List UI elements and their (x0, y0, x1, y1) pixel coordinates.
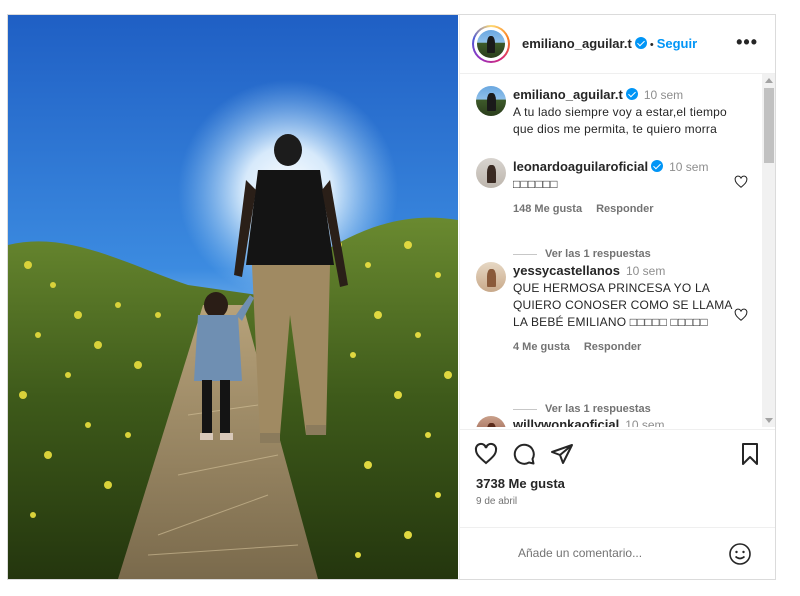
verified-badge-icon (634, 37, 647, 49)
comment-author[interactable]: yessycastellanos (513, 263, 620, 278)
heart-icon[interactable] (474, 442, 498, 466)
comment-text: QUE HERMOSA PRINCESA YO LA QUIERO CONOSE… (513, 281, 732, 329)
replies-line (513, 408, 537, 410)
view-replies-label: Ver las 1 respuestas (545, 248, 651, 260)
comment-author[interactable]: leonardoaguilaroficial (513, 159, 648, 174)
verified-badge-icon (625, 88, 638, 100)
smiley-icon[interactable] (728, 542, 752, 566)
comment-time[interactable]: 10 sem (669, 160, 708, 174)
comment-text: □□□□□□ (513, 177, 558, 191)
photo-scene (8, 15, 458, 579)
view-replies-button[interactable]: Ver las 1 respuestas (513, 248, 651, 260)
comment-icon[interactable] (512, 442, 536, 466)
comment-heart-icon[interactable] (734, 175, 748, 189)
post-date[interactable]: 9 de abril (476, 496, 517, 507)
share-icon[interactable] (550, 442, 574, 466)
post-header: emiliano_aguilar.t • Seguir ••• (460, 15, 775, 74)
verified-badge-icon (651, 160, 664, 172)
reply-button[interactable]: Responder (596, 203, 653, 215)
caption-time[interactable]: 10 sem (644, 88, 683, 102)
post-author-line: emiliano_aguilar.t • Seguir (522, 36, 697, 51)
comment-author[interactable]: willywonkaoficial (513, 417, 619, 427)
avatar[interactable] (477, 30, 505, 58)
comment-heart-icon[interactable] (734, 308, 748, 322)
follow-button[interactable]: Seguir (657, 36, 697, 51)
comments-list[interactable]: emiliano_aguilar.t 10 sem A tu lado siemp… (460, 74, 762, 427)
caption-author[interactable]: emiliano_aguilar.t (513, 87, 623, 102)
add-comment-bar (460, 527, 775, 579)
bookmark-icon[interactable] (738, 442, 762, 466)
post-actions: 3738 Me gusta 9 de abril (460, 429, 775, 520)
author-username[interactable]: emiliano_aguilar.t (522, 36, 632, 51)
comment-time[interactable]: 10 sem (625, 418, 664, 427)
comment-time[interactable]: 10 sem (626, 264, 665, 278)
story-ring[interactable] (472, 25, 510, 63)
scroll-down-arrow-icon[interactable] (765, 418, 773, 423)
scroll-up-arrow-icon[interactable] (765, 78, 773, 83)
reply-button[interactable]: Responder (584, 341, 641, 353)
instagram-post: emiliano_aguilar.t • Seguir ••• emiliano_a… (7, 14, 776, 580)
avatar[interactable] (476, 262, 506, 292)
avatar[interactable] (476, 86, 506, 116)
add-comment-input[interactable] (516, 542, 720, 564)
comment-likes[interactable]: 4 Me gusta (513, 341, 570, 353)
view-replies-button[interactable]: Ver las 1 respuestas (513, 403, 651, 415)
replies-line (513, 253, 537, 255)
avatar[interactable] (476, 158, 506, 188)
avatar[interactable] (476, 416, 506, 427)
comment-meta: 4 Me gusta Responder (513, 339, 735, 356)
post-photo[interactable] (8, 15, 458, 579)
comment-meta: 148 Me gusta Responder (513, 201, 735, 218)
more-options-icon[interactable]: ••• (736, 32, 758, 53)
caption-text: A tu lado siempre voy a estar,el tiempo … (513, 105, 727, 136)
separator-dot: • (649, 39, 654, 51)
post-side-panel: emiliano_aguilar.t • Seguir ••• emiliano_a… (459, 15, 775, 579)
comments-scrollbar[interactable] (762, 74, 775, 427)
scrollbar-thumb[interactable] (764, 88, 774, 163)
comment-likes[interactable]: 148 Me gusta (513, 203, 582, 215)
post-like-count[interactable]: 3738 Me gusta (476, 476, 565, 491)
view-replies-label: Ver las 1 respuestas (545, 403, 651, 415)
